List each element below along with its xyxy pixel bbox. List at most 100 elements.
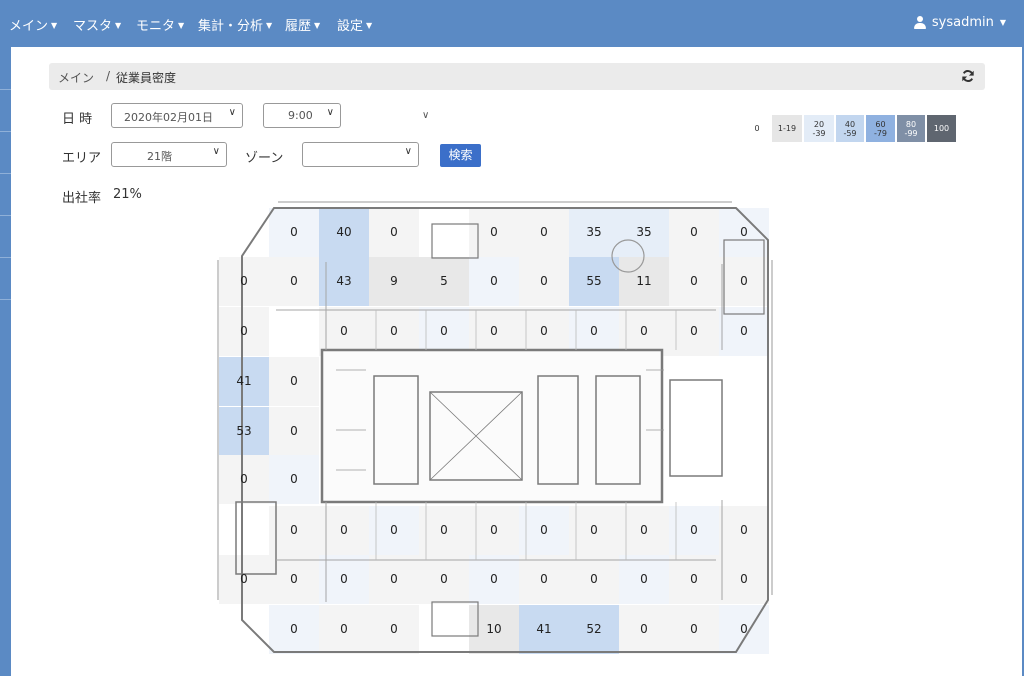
breadcrumb-root[interactable]: メイン	[58, 69, 94, 86]
density-value: 0	[690, 324, 698, 338]
density-value: 35	[586, 225, 601, 239]
nav-menu-label: 履歴	[285, 19, 312, 34]
nav-menu-label: モニタ	[136, 19, 176, 34]
caret-down-icon: ▼	[366, 21, 373, 30]
chevron-down-icon[interactable]: ∨	[422, 110, 429, 121]
density-value: 0	[490, 324, 498, 338]
density-value: 0	[740, 523, 748, 537]
caret-down-icon: ▼	[115, 21, 122, 30]
legend-swatch: 80 -99	[897, 115, 925, 142]
density-value: 0	[440, 523, 448, 537]
density-value: 0	[290, 374, 298, 388]
area-value: 21階	[147, 150, 172, 163]
breadcrumb-current: 従業員密度	[116, 71, 177, 85]
user-menu[interactable]: sysadmin ▼	[913, 15, 1006, 30]
density-value: 0	[440, 324, 448, 338]
nav-menu-master[interactable]: マスタ ▼	[73, 15, 121, 34]
breadcrumb: メイン / 従業員密度	[49, 63, 985, 90]
density-value: 0	[240, 274, 248, 288]
nav-menu-settings[interactable]: 設定 ▼	[337, 15, 372, 34]
density-value: 0	[240, 324, 248, 338]
nav-menu-analysis[interactable]: 集計・分析 ▼	[198, 15, 272, 34]
density-value: 0	[240, 572, 248, 586]
density-value: 0	[590, 324, 598, 338]
nav-menu-monitor[interactable]: モニタ ▼	[136, 15, 184, 34]
density-value: 0	[640, 523, 648, 537]
density-value: 11	[636, 274, 651, 288]
density-value: 0	[540, 523, 548, 537]
density-value: 0	[290, 523, 298, 537]
density-value: 0	[490, 572, 498, 586]
density-value: 0	[590, 523, 598, 537]
nav-menu-label: 集計・分析	[198, 19, 264, 34]
density-value: 0	[290, 572, 298, 586]
date-value: 2020年02月01日	[124, 111, 213, 124]
nav-menu-label: メイン	[9, 19, 49, 34]
density-value: 0	[740, 622, 748, 636]
legend-swatch: 0	[746, 115, 768, 142]
density-value: 0	[540, 274, 548, 288]
chevron-down-icon: ∨	[326, 107, 334, 118]
density-value: 35	[636, 225, 651, 239]
density-value: 0	[640, 622, 648, 636]
density-value: 0	[290, 225, 298, 239]
density-value: 0	[540, 572, 548, 586]
date-select[interactable]: 2020年02月01日 ∨	[111, 103, 243, 128]
area-label: エリア	[62, 151, 102, 166]
zone-label: ゾーン	[245, 151, 284, 166]
caret-down-icon: ▼	[178, 21, 185, 30]
density-value: 0	[340, 324, 348, 338]
density-value: 0	[490, 523, 498, 537]
density-value: 0	[740, 324, 748, 338]
chevron-down-icon: ∨	[212, 146, 220, 157]
top-navbar: メイン ▼ マスタ ▼ モニタ ▼ 集計・分析 ▼ 履歴 ▼ 設定 ▼ sysadmin ▼	[0, 0, 1024, 47]
density-value: 0	[390, 572, 398, 586]
density-value: 0	[490, 225, 498, 239]
density-value: 0	[740, 274, 748, 288]
density-value: 0	[390, 324, 398, 338]
density-value: 0	[390, 225, 398, 239]
refresh-icon[interactable]	[961, 69, 975, 83]
density-value: 0	[640, 324, 648, 338]
density-value: 0	[290, 472, 298, 486]
legend-swatch: 1-19	[772, 115, 802, 142]
caret-down-icon: ▼	[266, 21, 273, 30]
caret-down-icon: ▼	[314, 21, 321, 30]
density-value: 0	[540, 225, 548, 239]
search-button[interactable]: 検索	[440, 144, 481, 167]
density-value: 0	[390, 523, 398, 537]
side-rail	[0, 47, 11, 676]
density-value: 0	[690, 622, 698, 636]
density-value: 0	[540, 324, 548, 338]
username: sysadmin	[931, 15, 994, 30]
density-value: 53	[236, 424, 251, 438]
density-value: 0	[240, 472, 248, 486]
nav-menu-main[interactable]: メイン ▼	[9, 15, 57, 34]
density-value: 40	[336, 225, 351, 239]
density-value: 55	[586, 274, 601, 288]
density-value: 41	[236, 374, 251, 388]
time-select[interactable]: 9:00 ∨	[263, 103, 341, 128]
nav-menu-history[interactable]: 履歴 ▼	[285, 15, 320, 34]
chevron-down-icon: ∨	[404, 146, 412, 157]
density-value: 0	[590, 572, 598, 586]
floor-plan-map: 0 40 0 0 0 35 35 0 00 0 43 9 5 0 0 55 11 0 00 0 0 0 0 0 0 0 0 041 05…	[217, 201, 773, 654]
zone-select[interactable]: ∨	[302, 142, 419, 167]
time-value: 9:00	[288, 109, 313, 122]
density-value: 41	[536, 622, 551, 636]
density-value: 10	[486, 622, 501, 636]
attendance-label: 出社率	[62, 191, 102, 206]
density-value: 0	[390, 622, 398, 636]
density-value: 52	[586, 622, 601, 636]
area-select[interactable]: 21階 ∨	[111, 142, 227, 167]
caret-down-icon: ▼	[999, 18, 1006, 27]
density-value: 0	[690, 225, 698, 239]
density-value: 0	[690, 523, 698, 537]
attendance-value: 21%	[113, 187, 142, 202]
user-icon	[913, 16, 926, 29]
chevron-down-icon: ∨	[228, 107, 236, 118]
density-value: 0	[340, 523, 348, 537]
legend-swatch: 60 -79	[866, 115, 895, 142]
legend-swatch: 20 -39	[804, 115, 834, 142]
density-value: 0	[490, 274, 498, 288]
